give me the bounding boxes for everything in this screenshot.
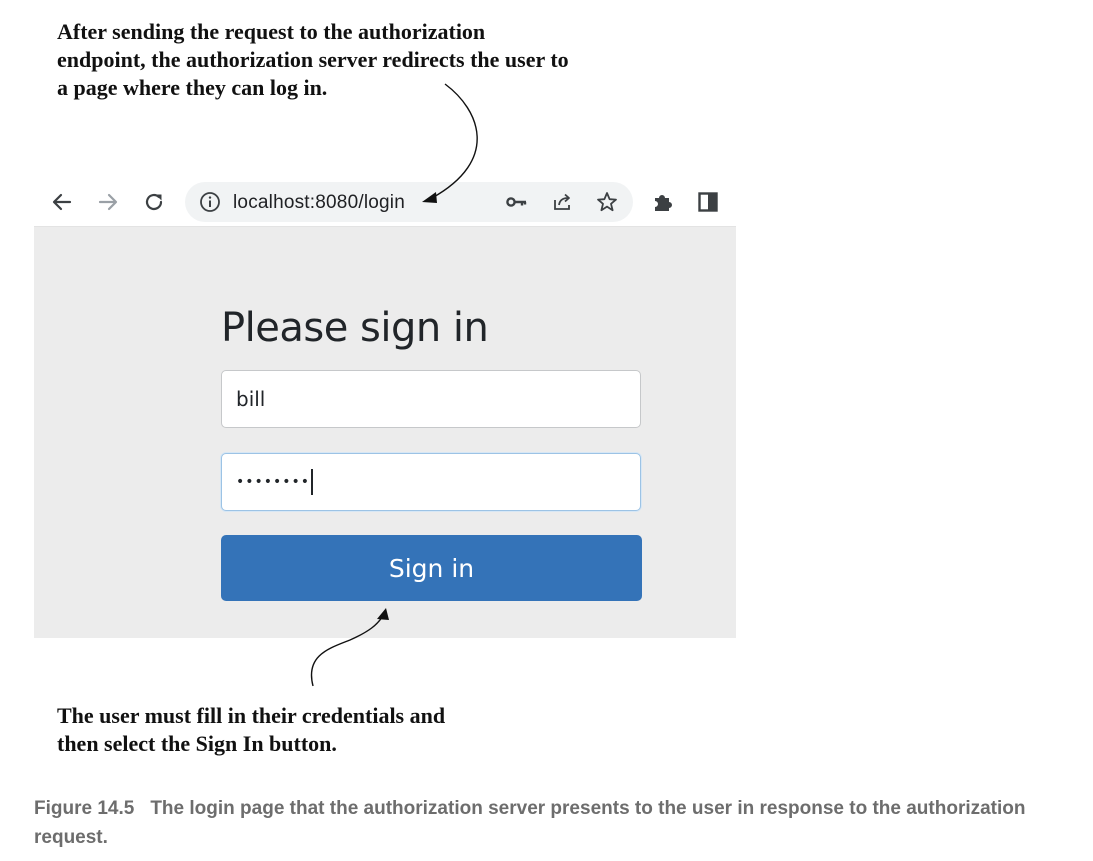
annotation-credentials-note: The user must fill in their credentials … (57, 703, 446, 756)
figure-caption: Figure 14.5 The login page that the autho… (34, 794, 1054, 852)
callout-arrow-signin (310, 613, 385, 687)
figure-caption-text: The login page that the authorization se… (34, 798, 1026, 848)
arrowhead-signin (377, 608, 389, 620)
callout-arrow-url (431, 83, 478, 199)
figure-label: Figure 14.5 (34, 798, 135, 819)
arrowhead-url (422, 192, 437, 203)
